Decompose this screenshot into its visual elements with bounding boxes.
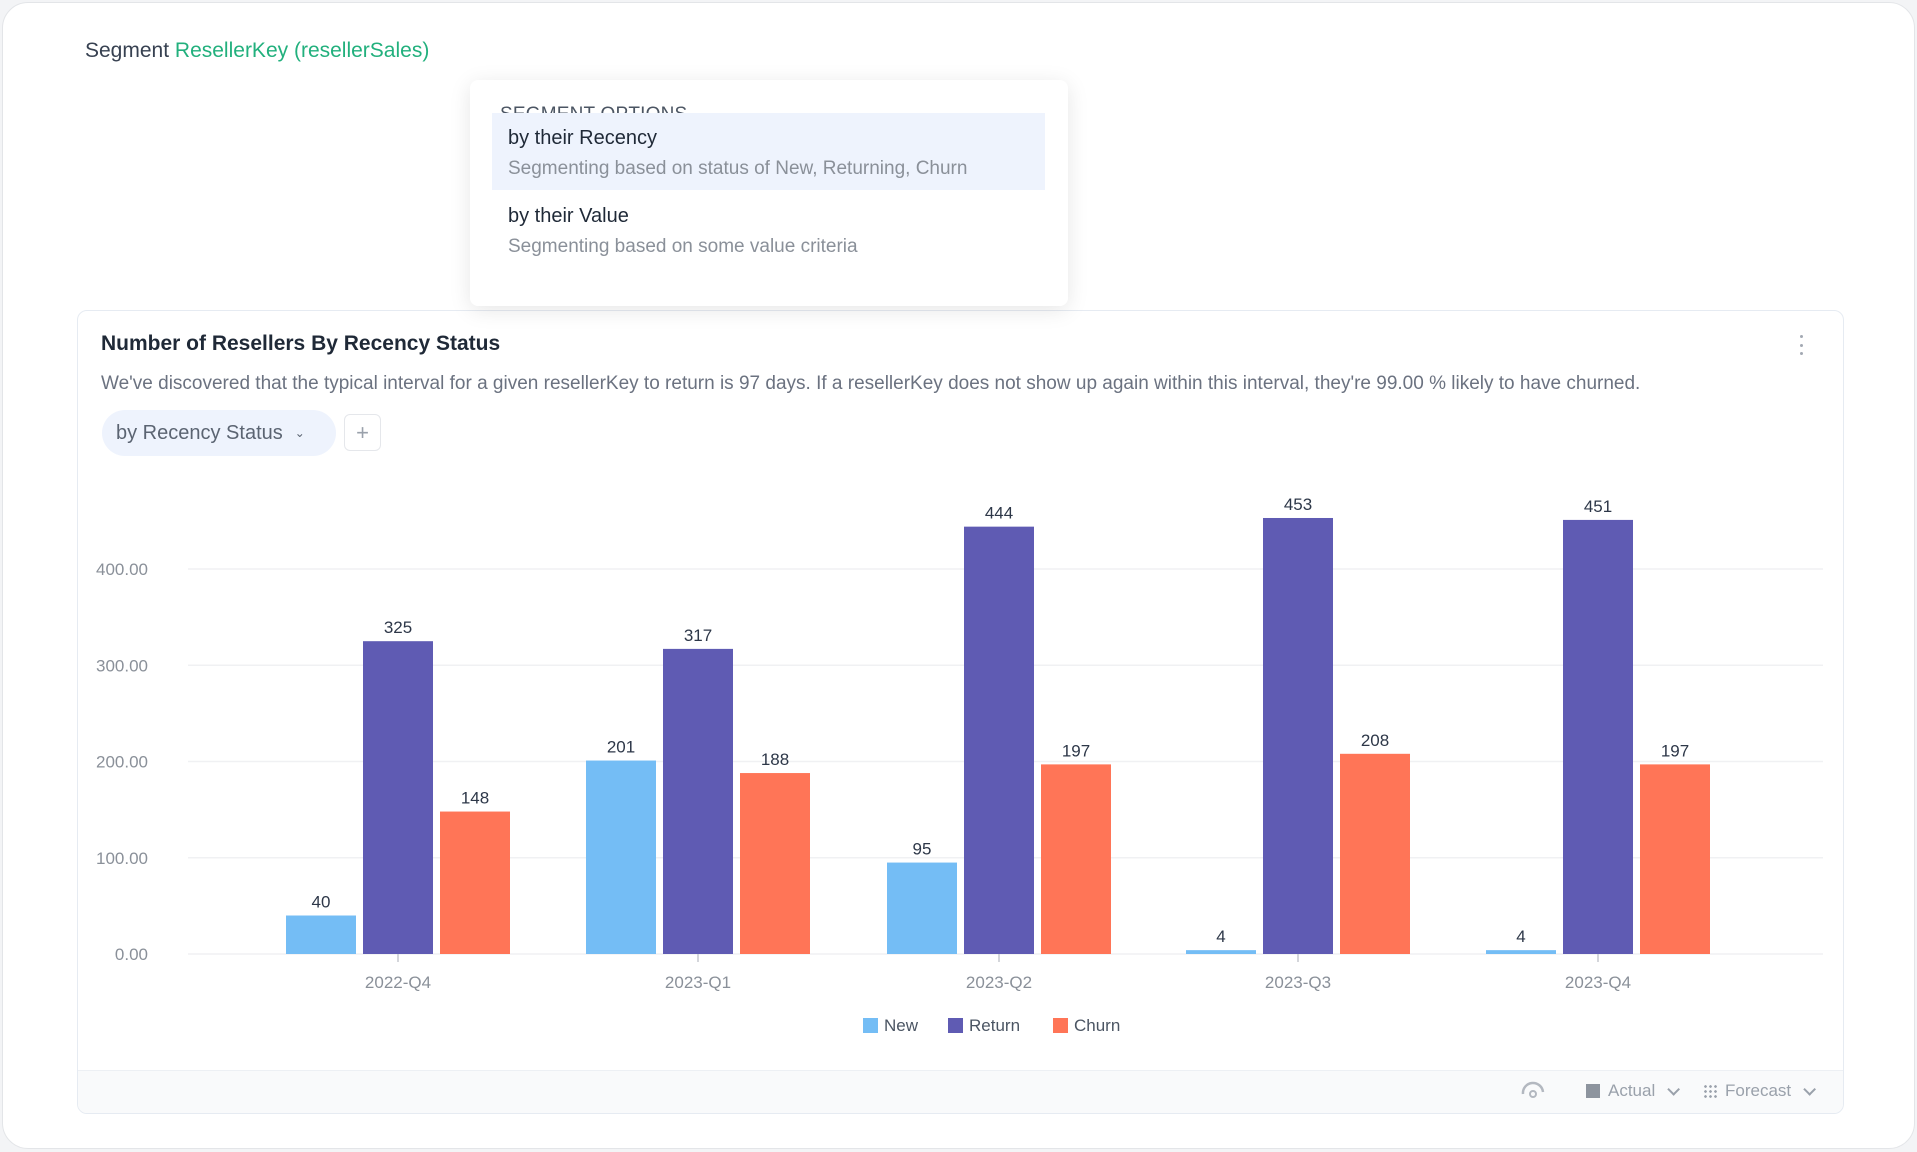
- legend-item-churn: Churn: [1053, 1016, 1120, 1035]
- actual-label: Actual: [1608, 1081, 1656, 1100]
- data-label: 208: [1361, 731, 1389, 750]
- gauge-icon: [1521, 1081, 1545, 1098]
- bar-return: [1563, 519, 1633, 954]
- reset-view-button[interactable]: [1520, 1081, 1546, 1099]
- data-label: 148: [461, 789, 489, 808]
- bar-return: [964, 526, 1034, 954]
- data-label: 4: [1216, 927, 1225, 946]
- bar-return: [363, 641, 433, 954]
- legend-swatch: [1053, 1018, 1068, 1033]
- forecast-swatch-icon: [1703, 1084, 1717, 1098]
- bar-new: [286, 915, 356, 954]
- bar-new: [1186, 950, 1256, 954]
- legend-label: New: [884, 1016, 919, 1035]
- data-label: 95: [913, 840, 932, 859]
- data-label: 444: [985, 504, 1013, 523]
- y-tick-label: 300.00: [96, 656, 148, 675]
- y-tick-label: 200.00: [96, 753, 148, 772]
- data-label: 201: [607, 738, 635, 757]
- legend-item-return: Return: [948, 1016, 1020, 1035]
- actual-dropdown[interactable]: Actual: [1586, 1081, 1681, 1101]
- forecast-label: Forecast: [1725, 1081, 1792, 1100]
- x-tick-label: 2023-Q4: [1565, 973, 1631, 992]
- legend-label: Return: [969, 1016, 1020, 1035]
- y-tick-label: 0.00: [115, 945, 148, 964]
- legend-item-new: New: [863, 1016, 919, 1035]
- segment-options-dropdown: SEGMENT OPTIONS by their Recency Segment…: [470, 80, 1068, 306]
- bar-new: [887, 862, 957, 954]
- option-description: Segmenting based on some value criteria: [508, 236, 858, 257]
- bar-return: [1263, 517, 1333, 954]
- bar-churn: [1041, 764, 1111, 954]
- data-label: 317: [684, 626, 712, 645]
- data-label: 40: [312, 893, 331, 912]
- x-tick-label: 2022-Q4: [365, 973, 431, 992]
- chevron-down-icon: [1803, 1082, 1817, 1096]
- segment-prefix: Segment: [85, 39, 170, 62]
- option-label: by their Value: [508, 205, 629, 227]
- bar-churn: [740, 773, 810, 954]
- data-label: 197: [1062, 741, 1090, 760]
- x-tick-label: 2023-Q1: [665, 973, 731, 992]
- option-label: by their Recency: [508, 127, 657, 149]
- segment-key-link[interactable]: ResellerKey (resellerSales): [175, 39, 429, 62]
- option-description: Segmenting based on status of New, Retur…: [508, 158, 968, 179]
- x-tick-label: 2023-Q3: [1265, 973, 1331, 992]
- y-tick-label: 100.00: [96, 849, 148, 868]
- data-label: 197: [1661, 741, 1689, 760]
- bar-return: [663, 648, 733, 954]
- data-label: 4: [1516, 927, 1525, 946]
- bar-churn: [1640, 764, 1710, 954]
- bar-churn: [1340, 753, 1410, 954]
- x-tick-label: 2023-Q2: [966, 973, 1032, 992]
- option-by-value[interactable]: by their Value Segmenting based on some …: [492, 191, 1045, 268]
- legend-label: Churn: [1074, 1016, 1120, 1035]
- legend-swatch: [863, 1018, 878, 1033]
- bar-new: [1486, 950, 1556, 954]
- bar-churn: [440, 811, 510, 954]
- forecast-dropdown[interactable]: Forecast: [1703, 1081, 1817, 1101]
- chart-card: Number of Resellers By Recency Status We…: [77, 310, 1844, 1114]
- actual-swatch-icon: [1586, 1084, 1600, 1098]
- data-label: 453: [1284, 495, 1312, 514]
- card-footer: Actual Forecast: [78, 1070, 1843, 1113]
- bar-new: [586, 760, 656, 954]
- bar-chart: 0.00 100.00 200.00 300.00 400.00 40 325 148 2022…: [96, 495, 1823, 1035]
- data-label: 188: [761, 750, 789, 769]
- y-tick-label: 400.00: [96, 560, 148, 579]
- option-by-recency[interactable]: by their Recency Segmenting based on sta…: [492, 113, 1045, 190]
- chevron-down-icon: [1667, 1082, 1681, 1096]
- legend-swatch: [948, 1018, 963, 1033]
- data-label: 325: [384, 618, 412, 637]
- segment-header: Segment ResellerKey (resellerSales): [85, 39, 429, 63]
- data-label: 451: [1584, 497, 1612, 516]
